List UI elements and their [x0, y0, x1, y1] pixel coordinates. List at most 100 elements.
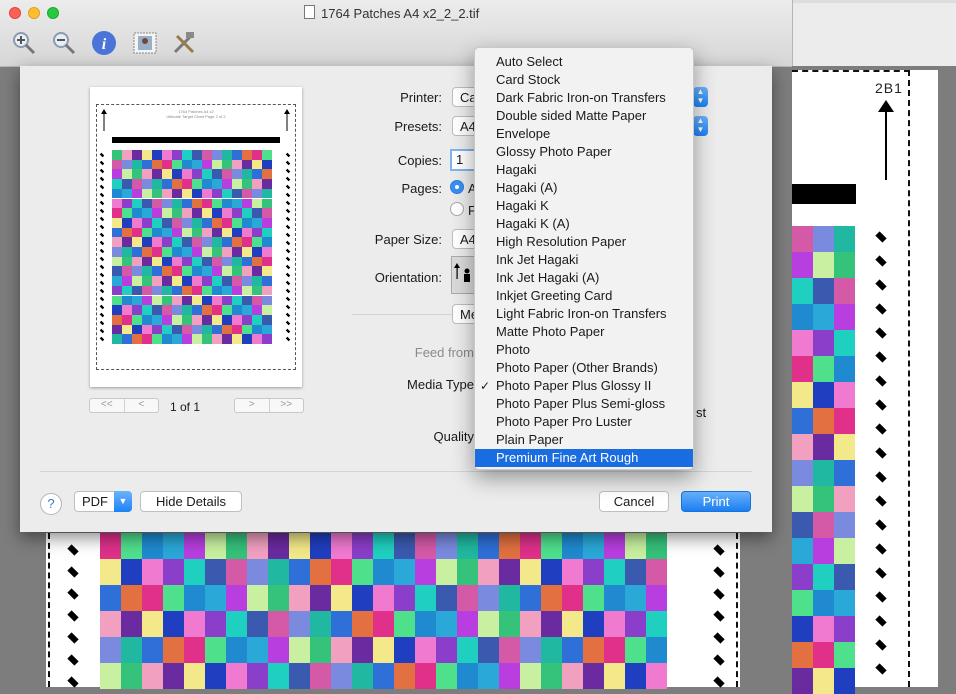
color-patch	[122, 247, 132, 257]
color-patch	[813, 616, 834, 642]
color-patch	[142, 237, 152, 247]
last-page-button[interactable]: >>	[268, 399, 304, 412]
color-patch	[289, 559, 310, 585]
zoom-out-icon	[53, 32, 76, 55]
media-type-option[interactable]: Glossy Photo Paper	[475, 143, 693, 161]
cut-line-left	[48, 533, 50, 687]
color-patch	[162, 266, 172, 277]
color-patch	[192, 208, 202, 218]
color-patch	[646, 663, 667, 689]
adjust-size-button[interactable]	[131, 29, 159, 57]
info-icon: i	[92, 31, 116, 55]
color-patch	[242, 334, 252, 344]
media-type-option[interactable]: Double sided Matte Paper	[475, 107, 693, 125]
media-type-option[interactable]: ✓ Photo Paper Plus Glossy II	[475, 377, 693, 395]
color-patch	[132, 295, 142, 306]
color-patch	[604, 559, 625, 585]
color-patch	[834, 434, 855, 460]
media-type-option[interactable]: Hagaki (A)	[475, 179, 693, 197]
annotate-tools-button[interactable]	[170, 29, 198, 57]
color-patch	[813, 278, 834, 304]
color-patch	[222, 150, 232, 160]
color-patch	[202, 217, 212, 228]
media-type-option[interactable]: Ink Jet Hagaki	[475, 251, 693, 269]
color-patch	[112, 295, 122, 306]
color-patch	[162, 256, 172, 267]
pages-all-radio[interactable]	[450, 180, 464, 194]
previous-page-button[interactable]: <	[123, 399, 159, 412]
color-patch	[100, 637, 121, 663]
color-patch	[100, 559, 121, 585]
media-type-option[interactable]: Light Fabric Iron-on Transfers	[475, 305, 693, 323]
pdf-chevron-down-icon[interactable]: ▼	[114, 491, 132, 512]
color-patch	[122, 285, 132, 296]
media-type-option[interactable]: Photo Paper (Other Brands)	[475, 359, 693, 377]
zoom-in-button[interactable]	[10, 29, 38, 57]
hide-details-button[interactable]: Hide Details	[140, 491, 242, 512]
color-patch	[813, 564, 834, 590]
color-patch	[152, 159, 162, 170]
pages-from-radio[interactable]	[450, 202, 464, 216]
media-type-option[interactable]: Matte Photo Paper	[475, 323, 693, 341]
media-type-option[interactable]: Hagaki	[475, 161, 693, 179]
media-type-option[interactable]: Inkjet Greeting Card	[475, 287, 693, 305]
media-type-option[interactable]: Envelope	[475, 125, 693, 143]
color-patch	[112, 247, 122, 257]
color-patch	[122, 324, 132, 335]
color-patch	[625, 585, 646, 611]
color-patch	[792, 538, 813, 564]
cancel-button[interactable]: Cancel	[599, 491, 669, 512]
media-type-option[interactable]: Ink Jet Hagaki (A)	[475, 269, 693, 287]
media-type-option[interactable]: Photo	[475, 341, 693, 359]
color-patch	[192, 150, 202, 160]
zoom-window-button[interactable]	[47, 7, 59, 19]
orientation-portrait-button[interactable]	[451, 256, 475, 294]
print-button[interactable]: Print	[681, 491, 751, 512]
minimize-window-button[interactable]	[28, 7, 40, 19]
next-page-button[interactable]: >	[235, 399, 269, 412]
media-type-option[interactable]: Premium Fine Art Rough	[475, 449, 693, 467]
color-patch	[222, 334, 232, 344]
color-patch	[172, 159, 182, 170]
color-patch	[252, 159, 262, 170]
color-patch	[172, 305, 182, 315]
color-patch	[142, 334, 152, 344]
color-patch	[242, 285, 252, 296]
media-type-option[interactable]: High Resolution Paper	[475, 233, 693, 251]
color-patch	[262, 150, 272, 160]
color-patch	[122, 169, 132, 180]
color-patch	[310, 585, 331, 611]
color-patch	[252, 237, 262, 247]
media-type-option[interactable]: Dark Fabric Iron-on Transfers	[475, 89, 693, 107]
zoom-out-button[interactable]	[50, 29, 78, 57]
media-type-option[interactable]: Plain Paper	[475, 431, 693, 449]
printer-popup-arrows[interactable]: ▲ ▼	[693, 87, 708, 107]
media-type-option[interactable]: Hagaki K (A)	[475, 215, 693, 233]
color-patch	[813, 304, 834, 330]
color-patch	[232, 334, 242, 344]
close-window-button[interactable]	[9, 7, 21, 19]
color-patch	[122, 276, 132, 286]
color-patch	[182, 159, 192, 170]
color-patch	[182, 285, 192, 296]
media-type-option[interactable]: Hagaki K	[475, 197, 693, 215]
adjacent-window	[792, 0, 956, 66]
help-button[interactable]: ?	[40, 493, 62, 515]
info-button[interactable]: i	[90, 29, 118, 57]
color-patch	[331, 611, 352, 637]
color-patch	[415, 637, 436, 663]
media-type-option[interactable]: Photo Paper Plus Semi-gloss	[475, 395, 693, 413]
media-type-option[interactable]: Card Stock	[475, 71, 693, 89]
pdf-menu-button[interactable]: PDF	[74, 491, 116, 512]
color-patch	[583, 611, 604, 637]
media-type-option[interactable]: Photo Paper Pro Luster	[475, 413, 693, 431]
presets-popup-arrows[interactable]: ▲ ▼	[693, 116, 708, 136]
media-type-option[interactable]: Auto Select	[475, 53, 693, 71]
color-patch	[202, 198, 212, 209]
color-patch	[163, 533, 184, 559]
cut-line-top	[792, 70, 910, 72]
partial-option-text: st	[696, 405, 707, 420]
first-page-button[interactable]: <<	[90, 399, 124, 412]
color-patch	[122, 188, 132, 199]
color-patch	[792, 616, 813, 642]
